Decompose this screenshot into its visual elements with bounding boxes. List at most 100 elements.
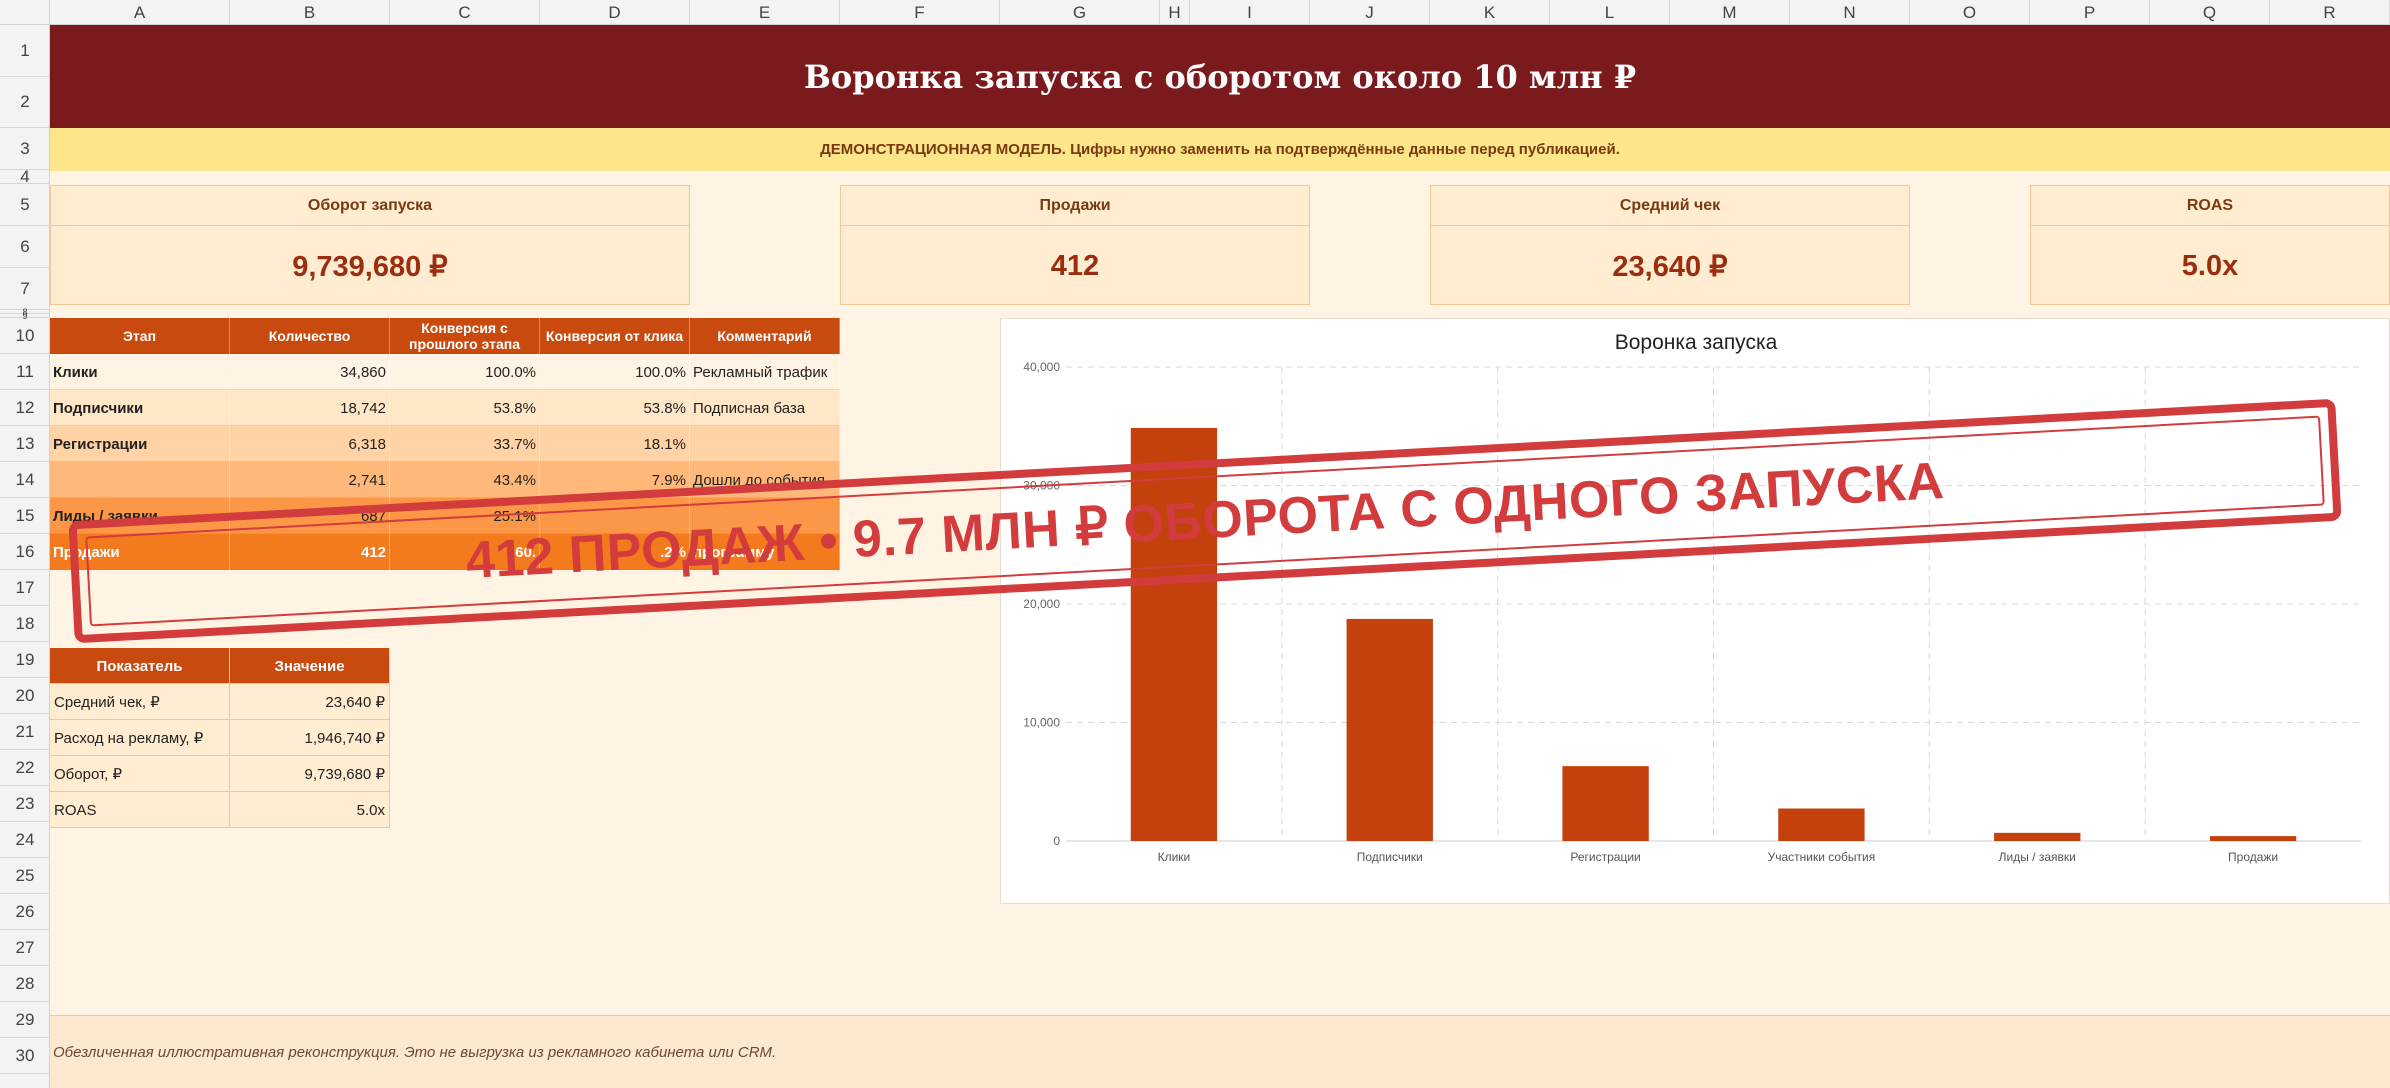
row-header[interactable]: 22 [0,750,50,786]
x-tick-label: Подписчики [1357,850,1423,864]
select-all-corner[interactable] [0,0,50,25]
funnel-cell-count[interactable]: 6,318 [230,426,390,462]
funnel-cell-conv-click[interactable]: 18.1% [540,426,690,462]
funnel-cell-stage[interactable]: Регистрации [50,426,230,462]
column-header[interactable]: E [690,0,840,25]
summary-value-cell[interactable]: 23,640 ₽ [230,684,390,720]
x-tick-label: Клики [1158,850,1191,864]
summary-table-header: Показатель Значение [50,648,390,684]
funnel-header-cell[interactable]: Количество [230,318,390,354]
title-band[interactable]: Воронка запуска с оборотом около 10 млн … [50,25,2390,128]
summary-value-cell[interactable]: 5.0x [230,792,390,828]
column-header[interactable]: D [540,0,690,25]
column-header[interactable]: C [390,0,540,25]
funnel-cell-conv-click[interactable]: 100.0% [540,354,690,390]
column-header[interactable]: M [1670,0,1790,25]
column-header[interactable]: Q [2150,0,2270,25]
kpi-value: 9,739,680 ₽ [292,250,448,283]
column-header[interactable]: K [1430,0,1550,25]
column-header[interactable]: J [1310,0,1430,25]
funnel-cell-comment[interactable] [690,426,840,462]
column-header[interactable]: N [1790,0,1910,25]
row-header[interactable]: 14 [0,462,50,498]
row-header[interactable]: 28 [0,966,50,1002]
row-header[interactable]: 26 [0,894,50,930]
funnel-cell-stage[interactable] [50,462,230,498]
row-header[interactable]: 20 [0,678,50,714]
funnel-chart[interactable]: Воронка запуска 0 10,000 20,000 30,000 40,000… [1000,318,2390,904]
row-header[interactable]: 30 [0,1038,50,1074]
column-header[interactable]: A [50,0,230,25]
row-header[interactable]: 21 [0,714,50,750]
funnel-cell-conv-prev[interactable]: 53.8% [390,390,540,426]
column-header[interactable]: R [2270,0,2390,25]
summary-value-cell[interactable]: 1,946,740 ₽ [230,720,390,756]
kpi-card-avg-check[interactable]: Средний чек 23,640 ₽ [1430,185,1910,305]
row-header[interactable]: 10 [0,318,50,354]
funnel-cell-comment[interactable]: Рекламный трафик [690,354,840,390]
funnel-cell-stage[interactable]: Подписчики [50,390,230,426]
row-header[interactable]: 7 [0,268,50,310]
summary-header-cell[interactable]: Значение [230,648,390,684]
row-header[interactable]: 16 [0,534,50,570]
funnel-header-cell[interactable]: Конверсия с прошлого этапа [390,318,540,354]
kpi-card-roas[interactable]: ROAS 5.0x [2030,185,2390,305]
row-header[interactable]: 27 [0,930,50,966]
row-header[interactable]: 17 [0,570,50,606]
kpi-value: 412 [1050,249,1100,282]
column-header[interactable]: L [1550,0,1670,25]
column-header[interactable]: I [1190,0,1310,25]
bar [1562,766,1649,841]
funnel-header-cell[interactable]: Конверсия от клика [540,318,690,354]
row-header[interactable]: 19 [0,642,50,678]
y-tick-label: 0 [1053,834,1060,848]
kpi-card-sales[interactable]: Продажи 412 [840,185,1310,305]
row-header[interactable]: 23 [0,786,50,822]
row-header[interactable]: 4 [0,167,50,186]
summary-label-cell[interactable]: Расход на рекламу, ₽ [50,720,230,756]
column-header[interactable]: H [1160,0,1190,25]
funnel-cell-conv-prev[interactable]: 43.4% [390,462,540,498]
funnel-cell-stage[interactable]: Клики [50,354,230,390]
funnel-cell-conv-prev[interactable]: 33.7% [390,426,540,462]
funnel-header-cell[interactable]: Комментарий [690,318,840,354]
row-header[interactable]: 6 [0,226,50,268]
kpi-card-revenue[interactable]: Оборот запуска 9,739,680 ₽ [50,185,690,305]
column-header[interactable]: P [2030,0,2150,25]
column-header[interactable]: G [1000,0,1160,25]
funnel-header-cell[interactable]: Этап [50,318,230,354]
row-header[interactable]: 18 [0,606,50,642]
row-header[interactable]: 13 [0,426,50,462]
row-header[interactable]: 29 [0,1002,50,1038]
table-row: ROAS 5.0x [50,792,390,828]
row-header[interactable]: 5 [0,184,50,226]
row-header[interactable]: 11 [0,354,50,390]
row-header[interactable]: 2 [0,77,50,128]
row-header[interactable]: 24 [0,822,50,858]
table-row: Регистрации 6,318 33.7% 18.1% [50,426,840,462]
summary-label-cell[interactable]: Оборот, ₽ [50,756,230,792]
row-header[interactable]: 15 [0,498,50,534]
funnel-cell-count[interactable]: 18,742 [230,390,390,426]
column-header[interactable]: B [230,0,390,25]
column-header[interactable]: O [1910,0,2030,25]
funnel-cell-count[interactable]: 34,860 [230,354,390,390]
row-header[interactable]: 25 [0,858,50,894]
footer-band[interactable]: Обезличенная иллюстративная реконструкци… [50,1015,2390,1088]
footer-note: Обезличенная иллюстративная реконструкци… [53,1043,777,1061]
summary-label-cell[interactable]: Средний чек, ₽ [50,684,230,720]
summary-label-cell[interactable]: ROAS [50,792,230,828]
funnel-cell-conv-prev[interactable]: 100.0% [390,354,540,390]
funnel-cell-conv-click[interactable]: 53.8% [540,390,690,426]
kpi-label: Продажи [841,186,1309,226]
summary-header-cell[interactable]: Показатель [50,648,230,684]
funnel-cell-comment[interactable]: Подписная база [690,390,840,426]
summary-value-cell[interactable]: 9,739,680 ₽ [230,756,390,792]
funnel-cell-count[interactable]: 2,741 [230,462,390,498]
row-header[interactable]: 1 [0,25,50,77]
row-header[interactable]: 12 [0,390,50,426]
notice-band[interactable]: ДЕМОНСТРАЦИОННАЯ МОДЕЛЬ. Цифры нужно зам… [50,128,2390,171]
bar [1994,832,2081,841]
column-header[interactable]: F [840,0,1000,25]
row-header[interactable]: 3 [0,128,50,170]
